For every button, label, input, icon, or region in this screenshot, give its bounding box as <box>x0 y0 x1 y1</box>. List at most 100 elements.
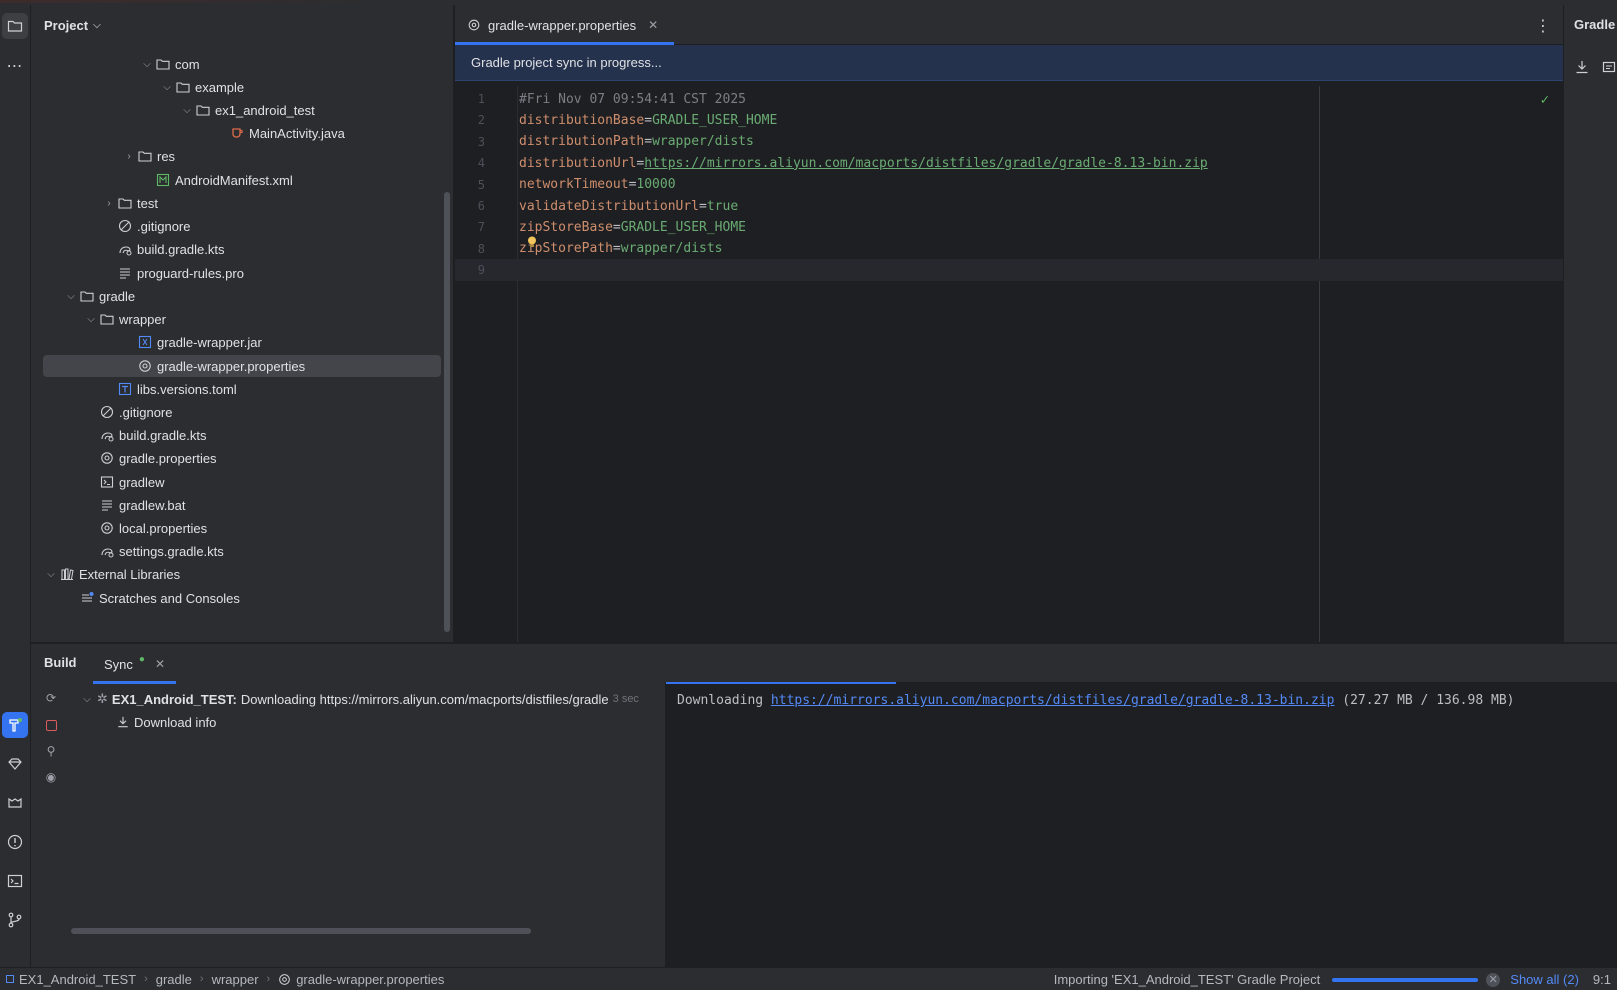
project-tool-button[interactable] <box>2 13 28 39</box>
build-task-time: 3 sec <box>612 693 639 705</box>
project-view-selector[interactable]: Project ⌵ <box>31 5 453 45</box>
chevron-down-icon[interactable]: ⌵ <box>139 59 155 70</box>
tree-folder[interactable]: ⌵ External Libraries <box>43 563 441 585</box>
hammer-icon <box>9 718 22 732</box>
chevron-down-icon[interactable]: ⌵ <box>159 82 175 93</box>
text-file-icon <box>117 265 133 281</box>
properties-file-icon <box>99 520 115 536</box>
tab-gradle-wrapper-properties[interactable]: gradle-wrapper.properties ✕ <box>455 5 674 45</box>
eye-icon[interactable]: ◉ <box>43 769 59 785</box>
tree-file[interactable]: .gitignore <box>43 215 441 237</box>
build-tool-button[interactable] <box>2 712 28 738</box>
code-line[interactable]: 2 distributionBase=GRADLE_USER_HOME <box>455 109 1563 131</box>
terminal-tool-button[interactable] <box>2 868 28 894</box>
background-task-label[interactable]: Importing 'EX1_Android_TEST' Gradle Proj… <box>1054 972 1321 987</box>
tree-file[interactable]: gradlew <box>43 471 441 493</box>
code-line[interactable]: 1 #Fri Nov 07 09:54:41 CST 2025 <box>455 88 1563 110</box>
build-tool-window: Build Sync ● ✕ ⟳ ⚲ ◉ ⌵ ✲ EX1_Android_TES… <box>31 643 1617 968</box>
chevron-down-icon[interactable]: ⌵ <box>63 291 79 302</box>
tree-item-label: settings.gradle.kts <box>119 543 224 559</box>
code-line[interactable]: 5 networkTimeout=10000 <box>455 174 1563 196</box>
tree-file[interactable]: AndroidManifest.xml <box>43 169 441 191</box>
code-line[interactable]: 9 <box>455 259 1563 282</box>
rerun-icon[interactable]: ⟳ <box>43 690 59 706</box>
chevron-down-icon[interactable]: ⌵ <box>179 105 195 116</box>
breadcrumb-item[interactable]: wrapper <box>212 972 259 987</box>
code-line[interactable]: 4 distributionUrl=https://mirrors.aliyun.… <box>455 152 1563 174</box>
folder-icon <box>117 195 133 211</box>
tree-file[interactable]: gradle.properties <box>43 447 441 469</box>
tree-folder[interactable]: ⌵ wrapper <box>43 308 441 330</box>
tree-file[interactable]: .gitignore <box>43 401 441 423</box>
tree-file[interactable]: MainActivity.java <box>43 122 441 144</box>
git-tool-button[interactable] <box>2 907 28 933</box>
code-text: zipStorePath=wrapper/dists <box>519 241 723 256</box>
code-line[interactable]: 8 zipStorePath=wrapper/dists <box>455 238 1563 260</box>
tree-file[interactable]: proguard-rules.pro <box>43 262 441 284</box>
build-task-row[interactable]: ⌵ ✲ EX1_Android_TEST: Downloading https:… <box>79 688 639 710</box>
chevron-right-icon[interactable]: › <box>101 198 117 209</box>
reload-projects-icon[interactable] <box>1602 60 1616 74</box>
tree-item-label: gradlew.bat <box>119 497 186 513</box>
gradle-panel-title: Gradle <box>1574 17 1616 32</box>
code-area[interactable]: 1 #Fri Nov 07 09:54:41 CST 2025 2 distribut… <box>455 86 1563 642</box>
close-icon[interactable]: ✕ <box>648 18 658 32</box>
stop-button[interactable] <box>43 717 59 733</box>
property-url-value[interactable]: https://mirrors.aliyun.com/macports/dist… <box>644 156 1208 171</box>
tree-file[interactable]: settings.gradle.kts <box>43 540 441 562</box>
more-tools-button[interactable]: ⋯ <box>2 53 28 79</box>
breadcrumb-item[interactable]: EX1_Android_TEST <box>6 972 136 987</box>
tree-file[interactable]: local.properties <box>43 517 441 539</box>
download-icon[interactable] <box>1575 60 1589 74</box>
code-line[interactable]: 6 validateDistributionUrl=true <box>455 195 1563 217</box>
tree-file[interactable]: gradle-wrapper.properties <box>43 355 441 377</box>
project-scrollbar[interactable] <box>444 192 450 632</box>
tree-item-label: com <box>175 56 200 72</box>
console-download-link[interactable]: https://mirrors.aliyun.com/macports/dist… <box>771 693 1335 708</box>
show-all-tasks-link[interactable]: Show all (2) <box>1510 972 1579 987</box>
tree-folder[interactable]: › res <box>43 145 441 167</box>
tree-item-label: gradle-wrapper.jar <box>157 334 262 350</box>
download-info-row[interactable]: Download info <box>117 711 216 733</box>
tab-options-icon[interactable]: ⋮ <box>1535 16 1551 36</box>
problems-tool-button[interactable] <box>2 829 28 855</box>
chevron-right-icon[interactable]: › <box>121 151 137 162</box>
close-icon[interactable]: ✕ <box>155 657 165 671</box>
gradle-file-icon <box>99 427 115 443</box>
tree-file[interactable]: libs.versions.toml <box>43 378 441 400</box>
tree-folder[interactable]: ⌵ example <box>43 76 441 98</box>
property-key: zipStoreBase <box>519 219 613 235</box>
checkmark-icon: ✓ <box>1540 92 1549 108</box>
tree-folder[interactable]: ⌵ gradle <box>43 285 441 307</box>
tree-file[interactable]: Scratches and Consoles <box>43 587 441 609</box>
logcat-tool-button[interactable] <box>2 790 28 816</box>
code-line[interactable]: 7 zipStoreBase=GRADLE_USER_HOME <box>455 216 1563 238</box>
tree-item-label: gradle-wrapper.properties <box>157 358 306 374</box>
tree-file[interactable]: gradlew.bat <box>43 494 441 516</box>
tree-file[interactable]: build.gradle.kts <box>43 238 441 260</box>
breadcrumb-item[interactable]: gradle <box>156 972 192 987</box>
tree-item-label: proguard-rules.pro <box>137 265 244 281</box>
cancel-task-icon[interactable]: ✕ <box>1486 972 1501 987</box>
tree-file[interactable]: gradle-wrapper.jar <box>43 331 441 353</box>
tree-folder[interactable]: › test <box>43 192 441 214</box>
console-output: Downloading https://mirrors.aliyun.com/m… <box>677 693 1514 708</box>
tree-folder[interactable]: ⌵ ex1_android_test <box>43 99 441 121</box>
pin-icon[interactable]: ⚲ <box>43 743 59 759</box>
breadcrumb-item[interactable]: gradle-wrapper.properties <box>278 972 444 987</box>
caret-position[interactable]: 9:1 <box>1593 972 1611 987</box>
lightbulb-icon[interactable] <box>527 236 537 248</box>
tree-folder[interactable]: ⌵ com <box>43 53 441 75</box>
build-tabs: Build Sync ● ✕ <box>31 644 1617 684</box>
tree-file[interactable]: build.gradle.kts <box>43 424 441 446</box>
tree-item-label: local.properties <box>119 520 208 536</box>
line-number: 8 <box>477 241 485 256</box>
build-console[interactable]: Downloading https://mirrors.aliyun.com/m… <box>666 682 1617 968</box>
gem-tool-button[interactable] <box>2 751 28 777</box>
tab-sync[interactable]: Sync ● ✕ <box>93 644 176 684</box>
code-line[interactable]: 3 distributionPath=wrapper/dists <box>455 131 1563 153</box>
folder-icon <box>99 311 115 327</box>
chevron-down-icon[interactable]: ⌵ <box>83 314 99 325</box>
chevron-down-icon[interactable]: ⌵ <box>43 569 59 580</box>
build-tree-scrollbar[interactable] <box>71 928 531 934</box>
